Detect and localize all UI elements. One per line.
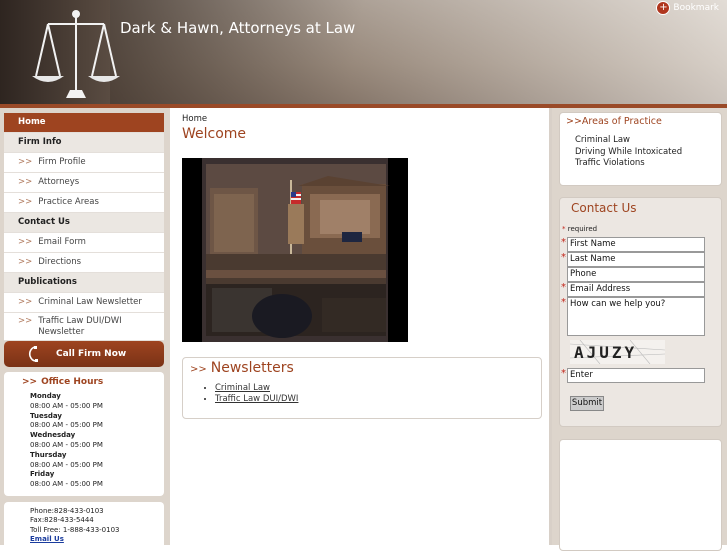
call-firm-label: Call Firm Now (56, 349, 127, 359)
fax-text: Fax:828-433-5444 (30, 516, 94, 525)
sidebar-item-publications[interactable]: Publications (4, 273, 164, 293)
sidebar-item-label: Traffic Law DUI/DWI Newsletter (38, 316, 122, 337)
phone-text: Phone:828-433-0103 (30, 507, 104, 515)
hours-time: 08:00 AM - 05:00 PM (30, 460, 103, 469)
phone-icon (28, 346, 38, 362)
double-chevron-icon: >> (18, 257, 33, 267)
sidebar-item-firm-info[interactable]: Firm Info (4, 133, 164, 153)
newsletter-list: Criminal LawTraffic Law DUI/DWI (203, 383, 298, 405)
scales-of-justice-logo (32, 10, 120, 98)
newsletters-box: >>Newsletters Criminal LawTraffic Law DU… (182, 357, 542, 419)
sidebar-item-traffic-law-dui-dwi-newsletter[interactable]: >> Traffic Law DUI/DWI Newsletter (4, 313, 164, 341)
double-chevron-icon: >> (18, 197, 33, 207)
required-note: * required (562, 225, 598, 233)
sidebar-nav: Home Firm Info >> Firm Profile >> Attorneys >>… (4, 113, 164, 341)
breadcrumb[interactable]: Home (182, 114, 207, 124)
sidebar-item-label: Criminal Law Newsletter (38, 297, 142, 307)
sidebar-item-label: Firm Info (18, 137, 62, 147)
submit-button[interactable]: Submit (570, 396, 604, 411)
sidebar-item-attorneys[interactable]: >> Attorneys (4, 173, 164, 193)
required-star: * (561, 252, 566, 263)
hours-time: 08:00 AM - 05:00 PM (30, 440, 103, 449)
newsletter-link[interactable]: Criminal Law (215, 383, 270, 393)
sidebar-item-label: Firm Profile (38, 157, 86, 167)
captcha-input[interactable]: Enter (567, 368, 705, 383)
sidebar-item-label: Publications (18, 277, 77, 287)
double-chevron-icon: >> (18, 177, 33, 187)
required-star: * (561, 368, 566, 379)
areas-of-practice-box: >>Areas of Practice Criminal Law Driving … (559, 112, 722, 186)
hours-time: 08:00 AM - 05:00 PM (30, 421, 103, 430)
site-title: Dark & Hawn, Attorneys at Law (120, 19, 356, 37)
last-name-field[interactable]: Last Name (567, 252, 705, 267)
required-star: * (561, 282, 566, 293)
double-chevron-icon: >> (18, 297, 33, 307)
double-chevron-icon: >> (18, 316, 33, 326)
double-chevron-icon: >> (18, 157, 33, 167)
sidebar-item-firm-profile[interactable]: >> Firm Profile (4, 153, 164, 173)
captcha-image: AJUZY (569, 339, 666, 365)
sidebar-item-contact-us[interactable]: Contact Us (4, 213, 164, 233)
page-title: Welcome (182, 126, 247, 142)
bookmark-button[interactable]: + Bookmark (656, 1, 719, 15)
areas-of-practice-title: >>Areas of Practice (566, 116, 662, 127)
message-textarea[interactable]: How can we help you? (567, 297, 705, 336)
practice-item[interactable]: Driving While Intoxicated (575, 147, 682, 159)
hours-time: 08:00 AM - 05:00 PM (30, 480, 103, 489)
sidebar-item-label: Home (18, 117, 46, 127)
list-item: Criminal Law (215, 383, 298, 394)
hours-time: 08:00 AM - 05:00 PM (30, 401, 103, 410)
tollfree-text: Toll Free: 1-888-433-0103 (30, 525, 120, 534)
sidebar-item-label: Attorneys (38, 177, 80, 187)
sidebar-item-email-form[interactable]: >> Email Form (4, 233, 164, 253)
required-star: * (561, 237, 566, 248)
empty-panel (559, 439, 722, 551)
newsletters-title: >> Newsletters (190, 360, 294, 376)
sidebar-item-directions[interactable]: >> Directions (4, 253, 164, 273)
contact-form: Contact Us * required * First Name * Las… (559, 197, 722, 427)
office-hours-list: Monday 08:00 AM - 05:00 PM Tuesday 08:00 AM… (30, 392, 103, 490)
plus-icon: + (656, 1, 671, 15)
email-us-link[interactable]: Email Us (30, 535, 64, 543)
sidebar-item-label: Email Form (38, 237, 86, 247)
hours-day: Thursday (30, 450, 67, 459)
hours-day: Wednesday (30, 431, 76, 440)
sidebar-item-criminal-law-newsletter[interactable]: >> Criminal Law Newsletter (4, 293, 164, 313)
practice-item[interactable]: Traffic Violations (575, 158, 682, 170)
double-chevron-icon: >> (190, 364, 207, 375)
newsletter-link[interactable]: Traffic Law DUI/DWI (215, 394, 298, 404)
required-star: * (561, 297, 566, 308)
sidebar-item-label: Practice Areas (38, 197, 99, 207)
first-name-field[interactable]: First Name (567, 237, 705, 252)
email-field[interactable]: Email Address (567, 282, 705, 297)
office-hours-title: >> Office Hours (22, 377, 104, 387)
practice-item[interactable]: Criminal Law (575, 135, 682, 147)
call-firm-button[interactable]: Call Firm Now (4, 341, 164, 367)
sidebar-item-label: Directions (38, 257, 82, 267)
contact-form-title: Contact Us (571, 201, 637, 215)
sidebar-item-practice-areas[interactable]: >> Practice Areas (4, 193, 164, 213)
list-item: Traffic Law DUI/DWI (215, 394, 298, 405)
phone-field[interactable]: Phone (567, 267, 705, 282)
sidebar-item-label: Contact Us (18, 217, 70, 227)
bookmark-label: Bookmark (673, 3, 719, 13)
hours-day: Tuesday (30, 411, 62, 420)
double-chevron-icon: >> (22, 377, 38, 387)
svg-text:AJUZY: AJUZY (574, 343, 637, 362)
site-header: Dark & Hawn, Attorneys at Law + Bookmark (0, 0, 727, 108)
practice-list: Criminal Law Driving While Intoxicated Tra… (575, 135, 682, 170)
hours-day: Monday (30, 392, 61, 400)
hours-day: Friday (30, 470, 55, 479)
office-hours-box: >> Office Hours Monday 08:00 AM - 05:00 PM… (4, 372, 164, 496)
double-chevron-icon: >> (18, 237, 33, 247)
sidebar-item-home[interactable]: Home (4, 113, 164, 133)
courtroom-photo (182, 158, 408, 342)
